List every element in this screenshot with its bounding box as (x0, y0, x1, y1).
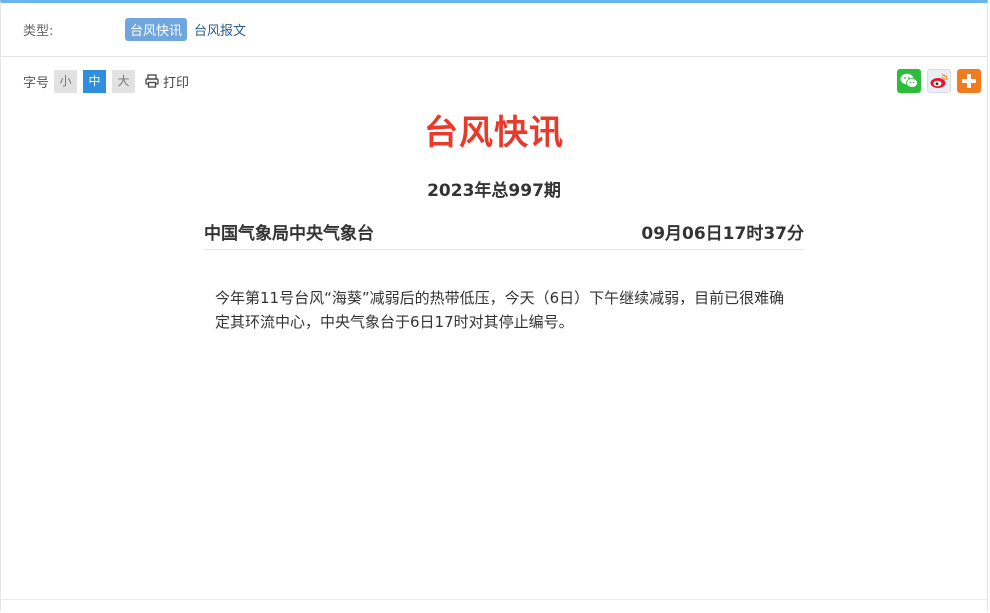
publish-time: 09月06日17时37分 (641, 224, 804, 244)
wechat-share-button[interactable] (897, 69, 921, 93)
tab-typhoon-bulletin[interactable]: 台风快讯 (125, 18, 188, 41)
tab-typhoon-report[interactable]: 台风报文 (189, 18, 251, 41)
type-row: 类型: 台风快讯 台风报文 (1, 3, 987, 57)
font-size-medium-button[interactable]: 中 (83, 69, 107, 93)
font-size-label: 字号 (23, 75, 50, 91)
print-label: 打印 (163, 75, 190, 91)
printer-icon (145, 74, 159, 88)
toolbar: 字号 小 中 大 打印 (1, 57, 987, 105)
page-frame: 类型: 台风快讯 台风报文 字号 小 中 大 打印 台风快讯 2023年总997… (0, 0, 988, 611)
weibo-icon (930, 74, 948, 88)
font-size-large-button[interactable]: 大 (112, 69, 136, 93)
publisher: 中国气象局中央气象台 (204, 224, 374, 244)
article-body: 今年第11号台风“海葵”减弱后的热带低压，今天（6日）下午继续减弱，目前已很难确… (215, 289, 785, 331)
bottom-divider (1, 599, 987, 600)
more-share-icon (962, 74, 976, 88)
issue-number: 2023年总997期 (427, 181, 561, 201)
article-meta: 中国气象局中央气象台 09月06日17时37分 (204, 219, 804, 250)
wechat-icon (900, 73, 918, 88)
weibo-share-button[interactable] (927, 69, 951, 93)
type-label: 类型: (23, 24, 54, 39)
font-size-small-button[interactable]: 小 (54, 69, 78, 93)
print-button[interactable]: 打印 (145, 72, 189, 91)
more-share-button[interactable] (957, 69, 981, 93)
article-title: 台风快讯 (424, 113, 564, 153)
share-bar (891, 69, 981, 93)
